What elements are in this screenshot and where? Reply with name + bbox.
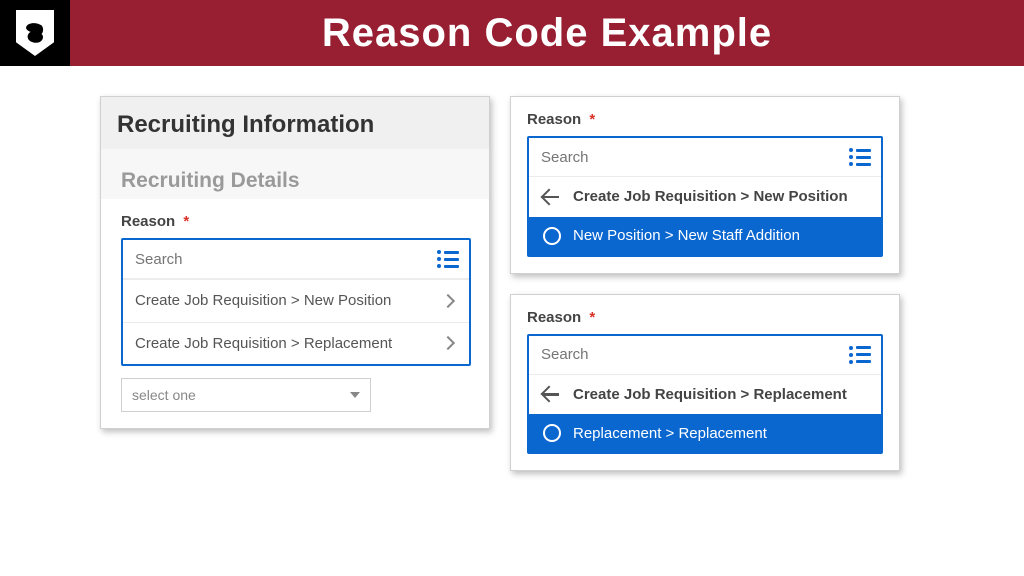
slide-header: Reason Code Example	[0, 0, 1024, 66]
label-text: Reason	[527, 111, 581, 128]
chevron-right-icon	[441, 336, 455, 350]
selected-option-label: New Position > New Staff Addition	[573, 227, 800, 244]
list-icon[interactable]	[849, 346, 871, 364]
reason-panel-replacement: Reason * Create Job Requisition > Replac…	[510, 294, 900, 472]
breadcrumb-text: Create Job Requisition > Replacement	[573, 385, 847, 405]
reason-panel-new-position: Reason * Create Job Requisition > New Po…	[510, 96, 900, 274]
radio-icon	[543, 227, 561, 245]
breadcrumb-nav[interactable]: Create Job Requisition > Replacement	[529, 375, 881, 415]
search-input[interactable]	[135, 251, 437, 268]
required-asterisk-icon: *	[589, 309, 595, 326]
title-bar: Reason Code Example	[70, 0, 1024, 66]
slide-content: Recruiting Information Recruiting Detail…	[0, 66, 1024, 471]
reason-search-combo[interactable]: Create Job Requisition > Replacement Rep…	[527, 334, 883, 455]
radio-icon	[543, 424, 561, 442]
reason-search-combo[interactable]: Create Job Requisition > New Position Ne…	[527, 136, 883, 257]
select-placeholder: select one	[132, 387, 196, 403]
wsu-shield-icon	[16, 10, 54, 56]
option-new-position[interactable]: Create Job Requisition > New Position	[123, 279, 469, 322]
reason-search-combo[interactable]: Create Job Requisition > New Position Cr…	[121, 238, 471, 366]
option-label: Create Job Requisition > New Position	[135, 291, 443, 311]
search-input[interactable]	[541, 346, 849, 363]
option-replacement[interactable]: Create Job Requisition > Replacement	[123, 322, 469, 365]
label-text: Reason	[527, 309, 581, 326]
list-icon[interactable]	[849, 148, 871, 166]
search-input[interactable]	[541, 149, 849, 166]
cougar-icon	[22, 20, 48, 46]
selected-option-new-staff[interactable]: New Position > New Staff Addition	[529, 217, 881, 255]
recruiting-info-panel: Recruiting Information Recruiting Detail…	[100, 96, 490, 429]
reason-field-label: Reason *	[527, 309, 883, 326]
caret-down-icon	[350, 392, 360, 398]
select-one-dropdown[interactable]: select one	[121, 378, 371, 412]
required-asterisk-icon: *	[183, 213, 189, 230]
label-text: Reason	[121, 213, 175, 230]
chevron-right-icon	[441, 294, 455, 308]
reason-field-label: Reason *	[121, 213, 471, 230]
breadcrumb-text: Create Job Requisition > New Position	[573, 187, 848, 207]
required-asterisk-icon: *	[589, 111, 595, 128]
selected-option-label: Replacement > Replacement	[573, 425, 767, 442]
slide-title: Reason Code Example	[322, 11, 772, 56]
option-label: Create Job Requisition > Replacement	[135, 334, 443, 354]
list-icon[interactable]	[437, 250, 459, 268]
logo-block	[0, 0, 70, 66]
breadcrumb-nav[interactable]: Create Job Requisition > New Position	[529, 177, 881, 217]
reason-field-label: Reason *	[527, 111, 883, 128]
back-arrow-icon	[543, 188, 561, 206]
panel-subtitle: Recruiting Details	[101, 149, 489, 199]
panel-title: Recruiting Information	[101, 97, 489, 149]
selected-option-replacement[interactable]: Replacement > Replacement	[529, 414, 881, 452]
back-arrow-icon	[543, 385, 561, 403]
